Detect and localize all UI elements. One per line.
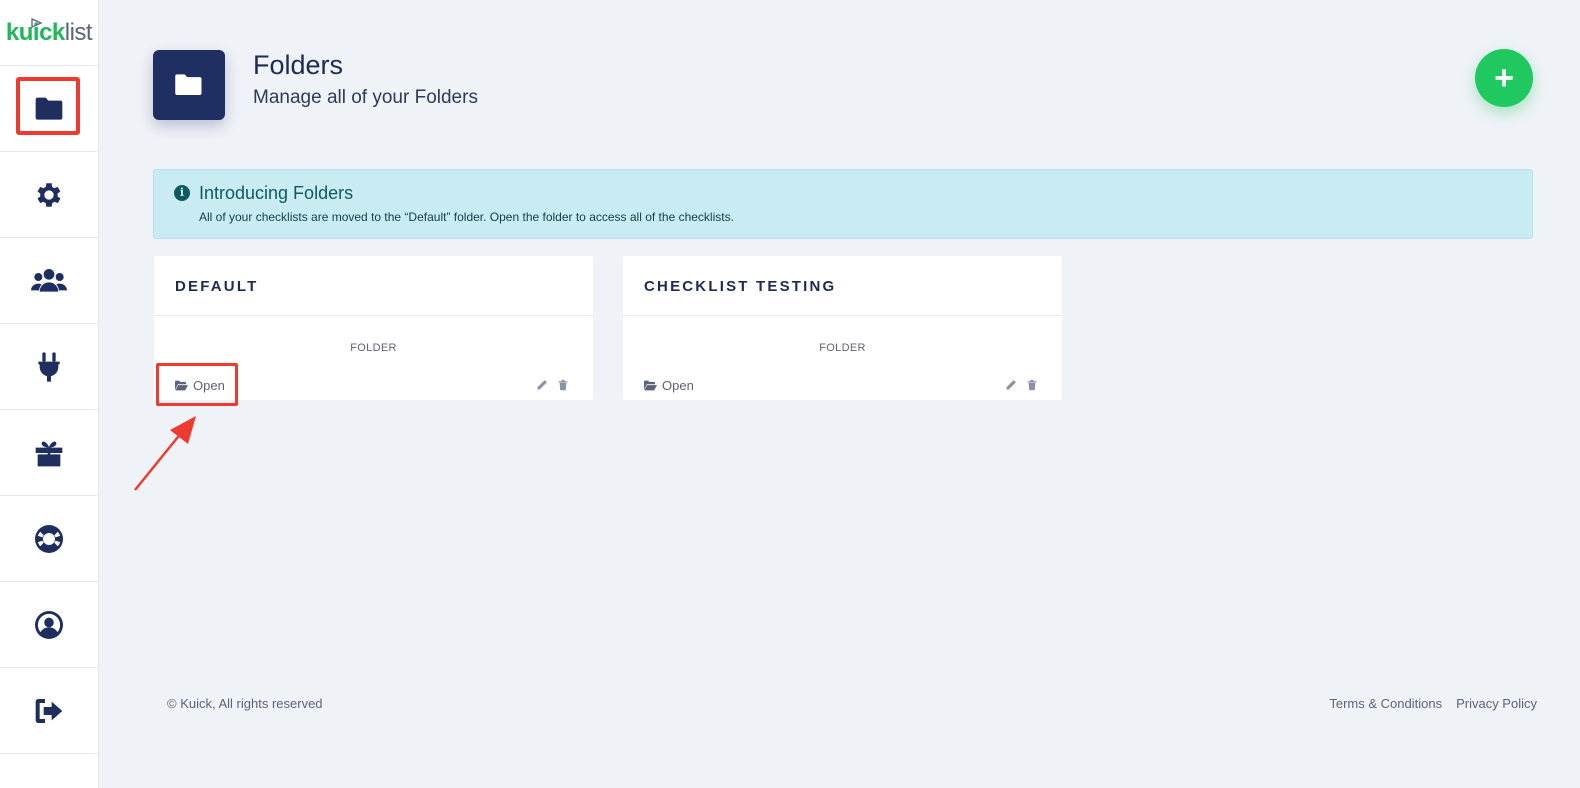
trash-icon[interactable] (557, 379, 569, 391)
sidebar-item-settings[interactable] (0, 152, 98, 238)
privacy-link[interactable]: Privacy Policy (1456, 696, 1537, 711)
open-label: Open (662, 378, 694, 393)
copyright: © Kuick, All rights reserved (167, 696, 323, 711)
lifebuoy-icon (34, 524, 63, 553)
add-folder-button[interactable]: + (1475, 49, 1533, 107)
sidebar-item-support[interactable] (0, 496, 98, 582)
page-folder-icon-tile (153, 50, 225, 120)
alert-text: All of your checklists are moved to the … (199, 210, 734, 224)
sidebar-item-profile[interactable] (0, 582, 98, 668)
sidebar-item-team[interactable] (0, 238, 98, 324)
terms-link[interactable]: Terms & Conditions (1329, 696, 1442, 711)
folder-actions (536, 379, 569, 391)
page-title: Folders (253, 50, 344, 80)
sidebar-item-rewards[interactable] (0, 410, 98, 496)
logo[interactable]: kuick list (0, 0, 98, 66)
folder-open-icon (644, 380, 657, 391)
folder-title: DEFAULT (154, 256, 593, 316)
folder-title: CHECKLIST TESTING (623, 256, 1062, 316)
highlight-box (16, 77, 80, 135)
sidebar-item-folders[interactable] (0, 66, 98, 152)
folder-actions (1005, 379, 1038, 391)
folder-icon (175, 74, 202, 95)
page-subtitle: Manage all of your Folders (253, 87, 478, 108)
annotation-arrow (134, 416, 196, 491)
open-folder-button[interactable]: Open (644, 378, 694, 393)
sidebar-item-integrations[interactable] (0, 324, 98, 410)
sidebar-item-logout[interactable] (0, 668, 98, 754)
pencil-icon[interactable] (1005, 379, 1017, 391)
folder-card: CHECKLIST TESTING FOLDER Open (623, 256, 1062, 400)
highlight-box (156, 363, 238, 406)
footer-links: Terms & Conditions Privacy Policy (1329, 696, 1537, 711)
logo-suffix: list (64, 18, 93, 46)
alert-title: Introducing Folders (199, 183, 354, 203)
users-icon (30, 268, 68, 292)
info-alert: i Introducing Folders All of your checkl… (153, 169, 1533, 239)
gear-icon (37, 182, 61, 207)
sign-out-icon (35, 698, 63, 723)
plug-icon (38, 351, 60, 382)
play-icon (31, 18, 43, 28)
sidebar: kuick list (0, 0, 99, 788)
gift-icon (35, 441, 63, 466)
folder-type-label: FOLDER (350, 342, 397, 354)
folder-type-label: FOLDER (819, 342, 866, 354)
trash-icon[interactable] (1026, 379, 1038, 391)
info-icon: i (174, 185, 190, 201)
pencil-icon[interactable] (536, 379, 548, 391)
user-circle-icon (34, 610, 63, 639)
